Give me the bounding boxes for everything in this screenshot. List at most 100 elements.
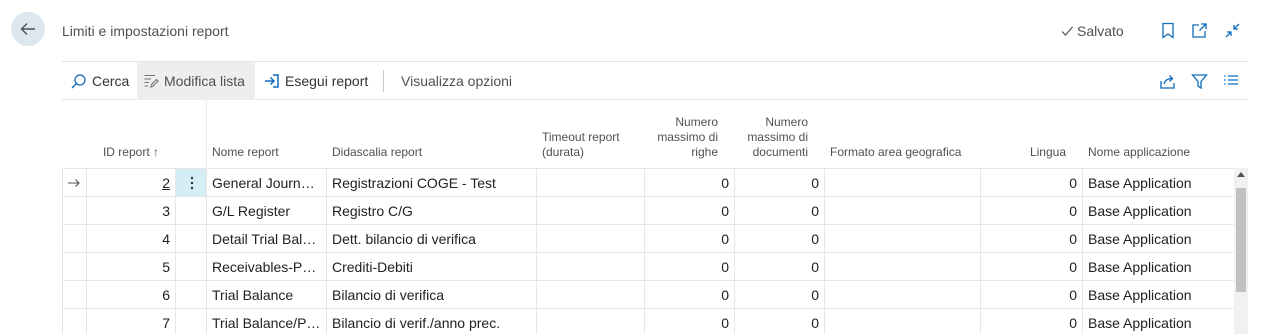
report-name-cell: Trial Balance/Pr... <box>206 309 326 334</box>
report-id-header-label: ID report <box>102 145 150 159</box>
max-documents-cell[interactable]: 0 <box>734 169 824 197</box>
max-rows-cell[interactable]: 0 <box>644 169 734 197</box>
search-button[interactable]: Cerca <box>64 62 135 100</box>
max-documents-cell[interactable]: 0 <box>734 197 824 225</box>
report-timeout-cell[interactable] <box>536 197 644 225</box>
table-row[interactable]: 5 Receivables-Pay... Crediti-Debiti 0 0 0 Base… <box>62 252 1234 281</box>
column-header-report-caption[interactable]: Didascalia report <box>332 100 532 168</box>
scrollbar-thumb[interactable] <box>1236 188 1246 292</box>
max-documents-cell[interactable]: 0 <box>734 225 824 253</box>
language-cell[interactable]: 0 <box>980 169 1082 197</box>
sort-ascending-icon: ↑ <box>153 145 159 159</box>
app-name-cell: Base Application <box>1082 309 1234 334</box>
max-rows-cell[interactable]: 0 <box>644 197 734 225</box>
report-timeout-cell[interactable] <box>536 309 644 334</box>
language-cell[interactable]: 0 <box>980 309 1082 334</box>
row-marker <box>62 281 86 309</box>
app-name-cell: Base Application <box>1082 253 1234 281</box>
report-settings-grid: ID report ↑ Nome report Didascalia repor… <box>62 100 1248 334</box>
filter-button[interactable] <box>1190 72 1208 90</box>
report-timeout-cell[interactable] <box>536 253 644 281</box>
report-timeout-cell[interactable] <box>536 225 644 253</box>
open-new-window-button[interactable] <box>1190 21 1208 39</box>
run-report-label: Esegui report <box>285 73 369 89</box>
column-header-geo-format[interactable]: Formato area geografica <box>830 100 980 168</box>
geo-format-cell[interactable] <box>824 253 980 281</box>
column-divider <box>206 100 207 168</box>
geo-format-cell[interactable] <box>824 309 980 334</box>
row-marker <box>62 309 86 334</box>
max-rows-cell[interactable]: 0 <box>644 281 734 309</box>
geo-format-cell[interactable] <box>824 225 980 253</box>
bookmark-button[interactable] <box>1159 21 1177 39</box>
column-header-report-name[interactable]: Nome report <box>212 100 322 168</box>
open-new-window-icon <box>1191 22 1207 38</box>
checkmark-icon <box>1061 26 1073 36</box>
search-label: Cerca <box>92 73 130 89</box>
report-caption-cell: Registro C/G <box>326 197 536 225</box>
list-view-button[interactable] <box>1222 72 1240 90</box>
table-row[interactable]: 3 G/L Register Registro C/G 0 0 0 Base Applica… <box>62 196 1234 225</box>
table-row[interactable]: 2 General Journal ... Registrazioni COGE -… <box>62 168 1234 197</box>
app-name-cell: Base Application <box>1082 225 1234 253</box>
report-id-cell[interactable]: 5 <box>86 253 175 281</box>
timeout-header-line2: (durata) <box>542 145 585 159</box>
max-rows-header-line1: Numero <box>675 115 718 129</box>
view-options-button[interactable]: Visualizza opzioni <box>395 62 518 100</box>
max-rows-header-line2: massimo di <box>657 130 718 144</box>
report-timeout-cell[interactable] <box>536 281 644 309</box>
language-cell[interactable]: 0 <box>980 225 1082 253</box>
share-icon <box>1159 74 1175 89</box>
max-rows-cell[interactable]: 0 <box>644 309 734 334</box>
back-button[interactable] <box>11 12 45 46</box>
report-id-cell[interactable]: 4 <box>86 225 175 253</box>
report-timeout-cell[interactable] <box>536 169 644 197</box>
run-report-button[interactable]: Esegui report <box>258 62 374 100</box>
share-button[interactable] <box>1158 72 1176 90</box>
more-options-icon <box>190 176 194 190</box>
column-header-report-id[interactable]: ID report ↑ <box>86 100 162 168</box>
max-rows-cell[interactable]: 0 <box>644 225 734 253</box>
max-docs-header-line3: documenti <box>752 145 808 159</box>
scroll-up-icon[interactable] <box>1237 172 1245 177</box>
language-cell[interactable]: 0 <box>980 197 1082 225</box>
column-header-report-timeout[interactable]: Timeout report (durata) <box>542 100 642 168</box>
max-rows-cell[interactable]: 0 <box>644 253 734 281</box>
report-id-cell[interactable]: 7 <box>86 309 175 334</box>
max-documents-cell[interactable]: 0 <box>734 253 824 281</box>
edit-list-icon <box>144 74 159 88</box>
row-actions-cell <box>175 225 206 253</box>
saved-label: Salvato <box>1077 23 1124 39</box>
language-cell[interactable]: 0 <box>980 253 1082 281</box>
language-cell[interactable]: 0 <box>980 281 1082 309</box>
column-header-language[interactable]: Lingua <box>986 100 1066 168</box>
app-name-cell: Base Application <box>1082 197 1234 225</box>
list-icon <box>1224 75 1238 85</box>
table-row[interactable]: 7 Trial Balance/Pr... Bilancio di verif./a… <box>62 308 1234 334</box>
column-header-max-documents[interactable]: Numero massimo di documenti <box>736 100 808 168</box>
geo-format-cell[interactable] <box>824 169 980 197</box>
timeout-header-line1: Timeout report <box>542 130 620 144</box>
edit-list-button[interactable]: Modifica lista <box>137 62 255 100</box>
max-documents-cell[interactable]: 0 <box>734 281 824 309</box>
column-header-app-name[interactable]: Nome applicazione <box>1088 100 1228 168</box>
report-id-cell[interactable]: 2 <box>86 169 175 197</box>
run-report-icon <box>265 74 279 88</box>
report-name-cell: Receivables-Pay... <box>206 253 326 281</box>
app-name-cell: Base Application <box>1082 169 1234 197</box>
report-id-cell[interactable]: 6 <box>86 281 175 309</box>
row-marker <box>62 169 86 197</box>
app-name-header-label: Nome applicazione <box>1088 145 1191 159</box>
collapse-icon <box>1225 23 1239 37</box>
geo-format-cell[interactable] <box>824 281 980 309</box>
table-row[interactable]: 6 Trial Balance Bilancio di verifica 0 0 0 Bas… <box>62 280 1234 309</box>
row-context-menu-button[interactable] <box>175 169 206 197</box>
vertical-scrollbar[interactable] <box>1234 168 1248 334</box>
column-header-max-rows[interactable]: Numero massimo di righe <box>646 100 718 168</box>
table-row[interactable]: 4 Detail Trial Bala... Dett. bilancio di v… <box>62 224 1234 253</box>
report-id-cell[interactable]: 3 <box>86 197 175 225</box>
collapse-button[interactable] <box>1223 21 1241 39</box>
edit-list-label: Modifica lista <box>164 73 245 89</box>
max-documents-cell[interactable]: 0 <box>734 309 824 334</box>
geo-format-cell[interactable] <box>824 197 980 225</box>
